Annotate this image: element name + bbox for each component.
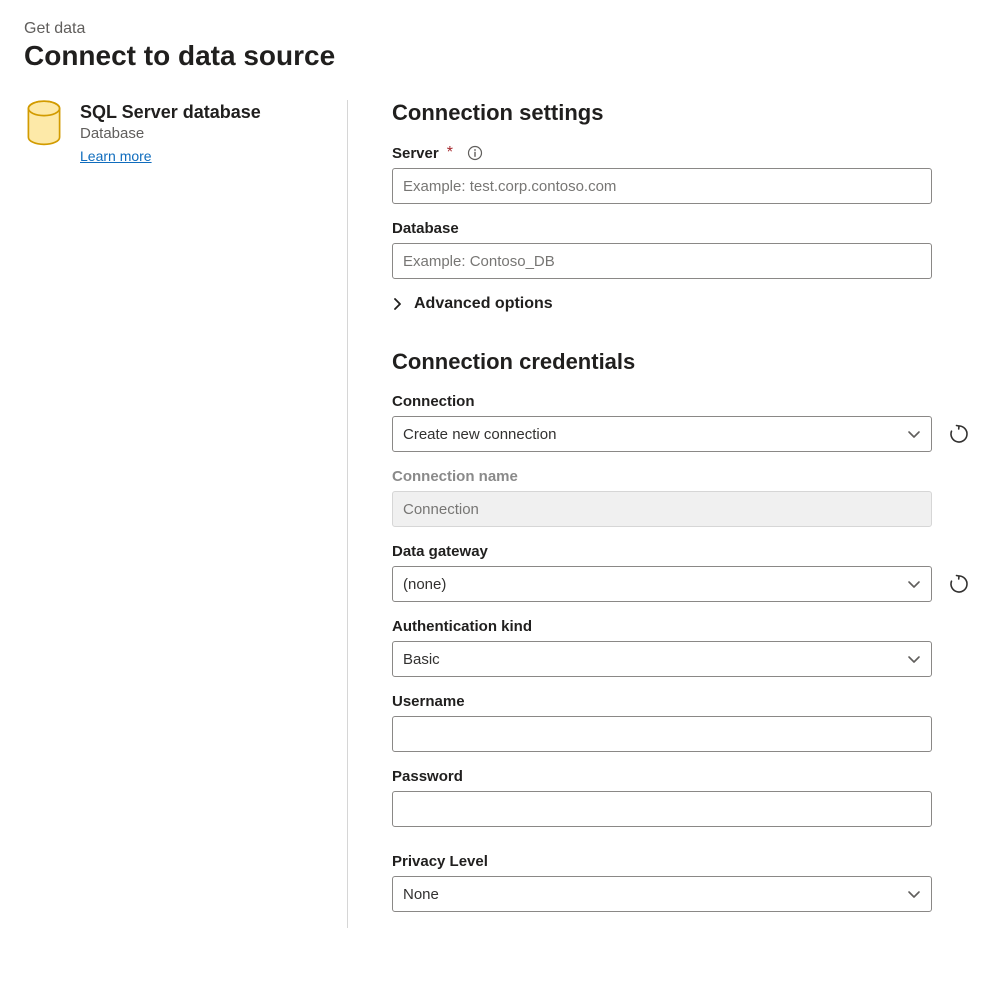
- password-label: Password: [392, 768, 463, 785]
- chevron-right-icon: [392, 298, 404, 310]
- chevron-down-icon: [907, 427, 921, 441]
- database-label: Database: [392, 220, 459, 237]
- chevron-down-icon: [907, 652, 921, 666]
- data-gateway-select-value: (none): [403, 576, 446, 593]
- chevron-down-icon: [907, 887, 921, 901]
- required-marker: *: [447, 144, 453, 162]
- connection-name-label: Connection name: [392, 468, 518, 485]
- learn-more-link[interactable]: Learn more: [80, 148, 152, 164]
- server-label: Server: [392, 145, 439, 162]
- server-input[interactable]: [392, 168, 932, 204]
- refresh-icon[interactable]: [948, 573, 970, 595]
- username-label: Username: [392, 693, 465, 710]
- refresh-icon[interactable]: [948, 423, 970, 445]
- advanced-options-label: Advanced options: [414, 295, 553, 313]
- connection-name-input: [392, 491, 932, 527]
- database-icon: [24, 100, 64, 148]
- breadcrumb: Get data: [24, 20, 980, 38]
- advanced-options-toggle[interactable]: Advanced options: [392, 295, 970, 313]
- auth-kind-select-value: Basic: [403, 651, 440, 668]
- chevron-down-icon: [907, 577, 921, 591]
- page-title: Connect to data source: [24, 40, 980, 72]
- username-input[interactable]: [392, 716, 932, 752]
- source-subtitle: Database: [80, 125, 261, 142]
- database-input[interactable]: [392, 243, 932, 279]
- connection-select-value: Create new connection: [403, 426, 556, 443]
- privacy-level-select[interactable]: None: [392, 876, 932, 912]
- connection-select[interactable]: Create new connection: [392, 416, 932, 452]
- data-gateway-select[interactable]: (none): [392, 566, 932, 602]
- password-input[interactable]: [392, 791, 932, 827]
- privacy-level-label: Privacy Level: [392, 853, 488, 870]
- info-icon[interactable]: [467, 145, 483, 161]
- source-title: SQL Server database: [80, 102, 261, 123]
- connection-settings-heading: Connection settings: [392, 100, 970, 126]
- data-source-item: SQL Server database Database Learn more: [24, 100, 327, 166]
- data-gateway-label: Data gateway: [392, 543, 488, 560]
- auth-kind-select[interactable]: Basic: [392, 641, 932, 677]
- connection-label: Connection: [392, 393, 475, 410]
- connection-credentials-heading: Connection credentials: [392, 349, 970, 375]
- auth-kind-label: Authentication kind: [392, 618, 532, 635]
- privacy-level-select-value: None: [403, 886, 439, 903]
